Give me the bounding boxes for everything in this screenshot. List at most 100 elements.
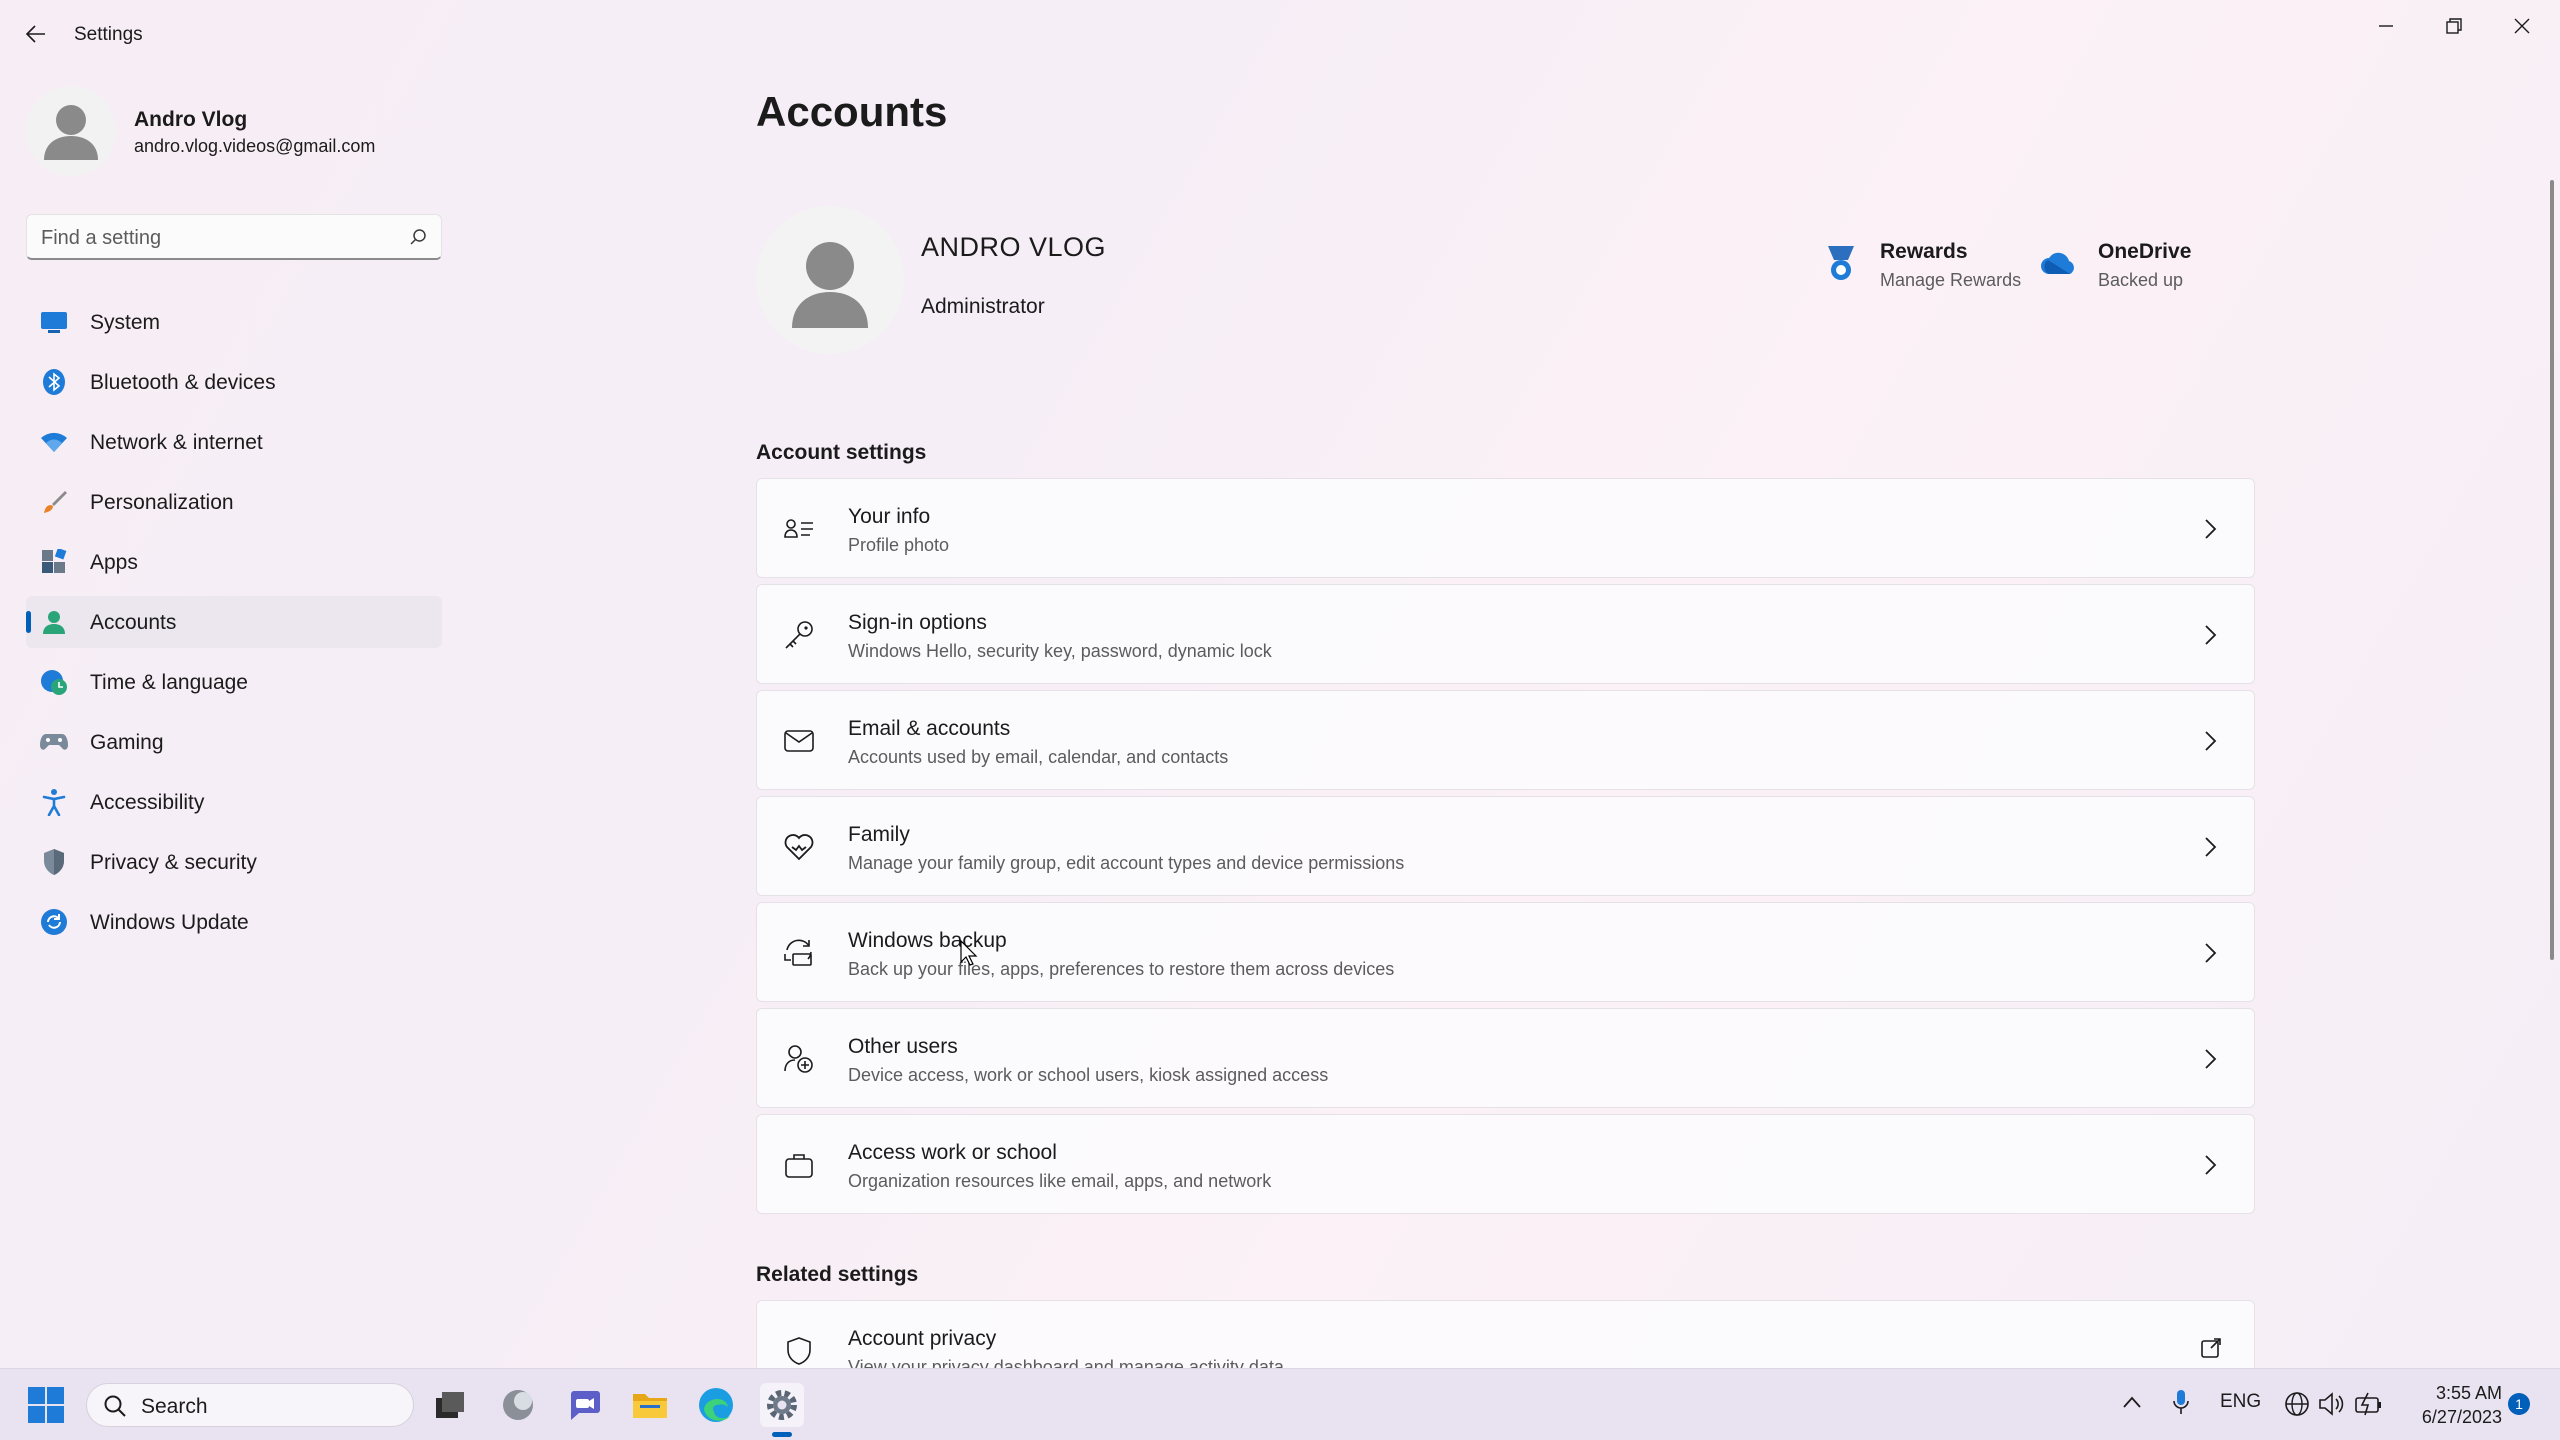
- scrollbar[interactable]: [2550, 180, 2554, 960]
- card-title: Other users: [848, 1035, 958, 1058]
- card-subtitle: Manage your family group, edit account t…: [848, 853, 1405, 873]
- widgets-button[interactable]: [496, 1383, 540, 1427]
- chevron-right-icon: [2200, 517, 2220, 541]
- chat-icon: [571, 1391, 600, 1420]
- bluetooth-icon: [40, 368, 68, 396]
- key-icon: [783, 619, 815, 651]
- settings-app-button[interactable]: [760, 1383, 804, 1437]
- briefcase-icon: [783, 1149, 815, 1181]
- teams-chat-button[interactable]: [562, 1383, 606, 1427]
- network-button[interactable]: [2284, 1391, 2310, 1423]
- sidebar-item-system[interactable]: System: [26, 296, 442, 348]
- restore-icon: [2446, 18, 2462, 34]
- onedrive-link[interactable]: OneDrive Backed up: [2040, 236, 2240, 300]
- mail-icon: [783, 725, 815, 757]
- card-windows-backup[interactable]: Windows backup Back up your files, apps,…: [756, 902, 2255, 1002]
- sidebar-item-label: Windows Update: [90, 911, 249, 934]
- sidebar-item-label: Privacy & security: [90, 851, 257, 874]
- card-title: Sign-in options: [848, 611, 987, 634]
- user-profile[interactable]: Andro Vlog andro.vlog.videos@gmail.com: [26, 86, 446, 176]
- account-name: ANDRO VLOG: [921, 232, 1107, 262]
- person-silhouette-icon: [792, 242, 868, 328]
- microphone-button[interactable]: [2172, 1389, 2190, 1423]
- card-subtitle: Organization resources like email, apps,…: [848, 1171, 1272, 1191]
- sidebar-nav: System Bluetooth & devices Network & int…: [26, 296, 442, 956]
- sidebar-item-windows-update[interactable]: Windows Update: [26, 896, 442, 948]
- card-other-users[interactable]: Other users Device access, work or schoo…: [756, 1008, 2255, 1108]
- account-avatar[interactable]: [756, 206, 904, 354]
- sidebar-item-bluetooth[interactable]: Bluetooth & devices: [26, 356, 442, 408]
- sidebar-item-label: Network & internet: [90, 431, 263, 454]
- chevron-right-icon: [2200, 941, 2220, 965]
- card-sign-in-options[interactable]: Sign-in options Windows Hello, security …: [756, 584, 2255, 684]
- card-subtitle: Profile photo: [848, 535, 950, 555]
- sidebar-item-privacy-security[interactable]: Privacy & security: [26, 836, 442, 888]
- file-explorer-button[interactable]: [628, 1383, 672, 1427]
- task-view-button[interactable]: [428, 1383, 472, 1427]
- chevron-right-icon: [2200, 623, 2220, 647]
- card-title: Windows backup: [848, 929, 1007, 952]
- gamepad-icon: [40, 728, 68, 756]
- card-family[interactable]: Family Manage your family group, edit ac…: [756, 796, 2255, 896]
- clock[interactable]: 3:55 AM 6/27/2023: [2362, 1381, 2502, 1429]
- profile-email: andro.vlog.videos@gmail.com: [134, 136, 376, 156]
- folder-icon: [633, 1394, 667, 1418]
- minimize-button[interactable]: [2352, 4, 2420, 48]
- microphone-icon: [2173, 1390, 2189, 1414]
- person-silhouette-icon: [44, 105, 98, 160]
- sidebar-item-label: System: [90, 311, 161, 334]
- shield-outline-icon: [783, 1335, 815, 1367]
- external-link-icon: [2200, 1337, 2221, 1361]
- back-button[interactable]: [20, 18, 52, 50]
- restore-button[interactable]: [2420, 4, 2488, 48]
- sidebar-item-gaming[interactable]: Gaming: [26, 716, 442, 768]
- profile-name: Andro Vlog: [134, 108, 248, 131]
- update-icon: [40, 908, 68, 936]
- minimize-icon: [2379, 25, 2393, 27]
- sidebar-item-network[interactable]: Network & internet: [26, 416, 442, 468]
- globe-icon: [2285, 1392, 2309, 1416]
- sidebar-item-personalization[interactable]: Personalization: [26, 476, 442, 528]
- rewards-link[interactable]: Rewards Manage Rewards: [1822, 236, 2032, 300]
- card-your-info[interactable]: Your info Profile photo: [756, 478, 2255, 578]
- notification-badge[interactable]: 1: [2508, 1393, 2530, 1415]
- sidebar-item-accessibility[interactable]: Accessibility: [26, 776, 442, 828]
- avatar: [26, 86, 116, 176]
- sidebar-item-apps[interactable]: Apps: [26, 536, 442, 588]
- card-email-accounts[interactable]: Email & accounts Accounts used by email,…: [756, 690, 2255, 790]
- family-heart-icon: [783, 831, 815, 863]
- card-access-work-school[interactable]: Access work or school Organization resou…: [756, 1114, 2255, 1214]
- clock-time: 3:55 AM: [2435, 1383, 2502, 1403]
- mouse-cursor-icon: [960, 940, 978, 966]
- person-icon: [40, 608, 68, 636]
- person-card-icon: [783, 513, 815, 545]
- start-button[interactable]: [28, 1387, 64, 1428]
- task-view-icon: [436, 1392, 464, 1418]
- language-indicator[interactable]: ENG: [2220, 1391, 2261, 1413]
- show-hidden-icons-button[interactable]: [2122, 1393, 2142, 1415]
- windows-logo-icon: [28, 1387, 64, 1423]
- volume-button[interactable]: [2318, 1391, 2344, 1423]
- section-title-related-settings: Related settings: [756, 1263, 919, 1286]
- sidebar-item-label: Personalization: [90, 491, 234, 514]
- brush-icon: [40, 488, 68, 516]
- search-input[interactable]: Find a setting: [26, 214, 442, 260]
- accessibility-icon: [40, 788, 68, 816]
- card-title: Family: [848, 823, 910, 846]
- sidebar-item-label: Bluetooth & devices: [90, 371, 276, 394]
- wifi-icon: [40, 428, 68, 456]
- card-title: Email & accounts: [848, 717, 1011, 740]
- account-role: Administrator: [921, 295, 1045, 318]
- rewards-title: Rewards: [1880, 240, 1968, 263]
- rewards-subtitle: Manage Rewards: [1880, 270, 2022, 290]
- chevron-right-icon: [2200, 835, 2220, 859]
- sidebar-item-time-language[interactable]: Time & language: [26, 656, 442, 708]
- taskbar-search[interactable]: Search: [86, 1383, 414, 1427]
- search-icon[interactable]: [409, 228, 427, 251]
- search-placeholder: Find a setting: [41, 227, 162, 249]
- sidebar-item-accounts[interactable]: Accounts: [26, 596, 442, 648]
- edge-browser-button[interactable]: [694, 1383, 738, 1427]
- close-button[interactable]: [2488, 4, 2556, 48]
- card-account-privacy[interactable]: Account privacy View your privacy dashbo…: [756, 1300, 2255, 1368]
- section-title-account-settings: Account settings: [756, 441, 927, 464]
